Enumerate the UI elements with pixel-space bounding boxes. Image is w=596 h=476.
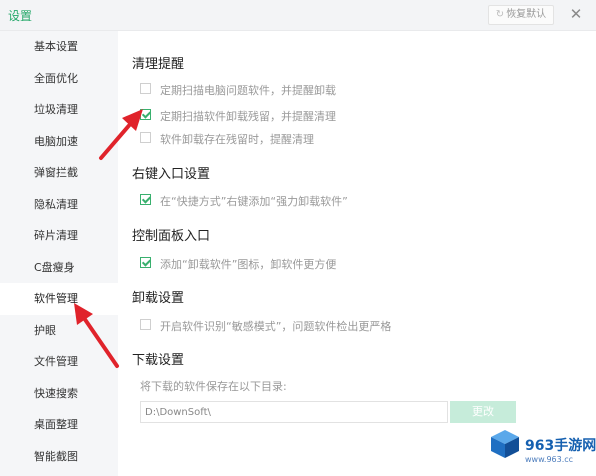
annotation-arrows <box>74 109 143 368</box>
watermark-url: www.963.cc <box>525 455 574 464</box>
site-watermark: 963手游网 www.963.cc <box>489 420 596 476</box>
watermark-text: 963手游网 <box>525 438 596 454</box>
annotation-arrow-to-sidebar <box>74 303 119 368</box>
cube-logo-icon <box>491 430 519 458</box>
annotation-arrow-to-checkbox <box>99 109 143 160</box>
